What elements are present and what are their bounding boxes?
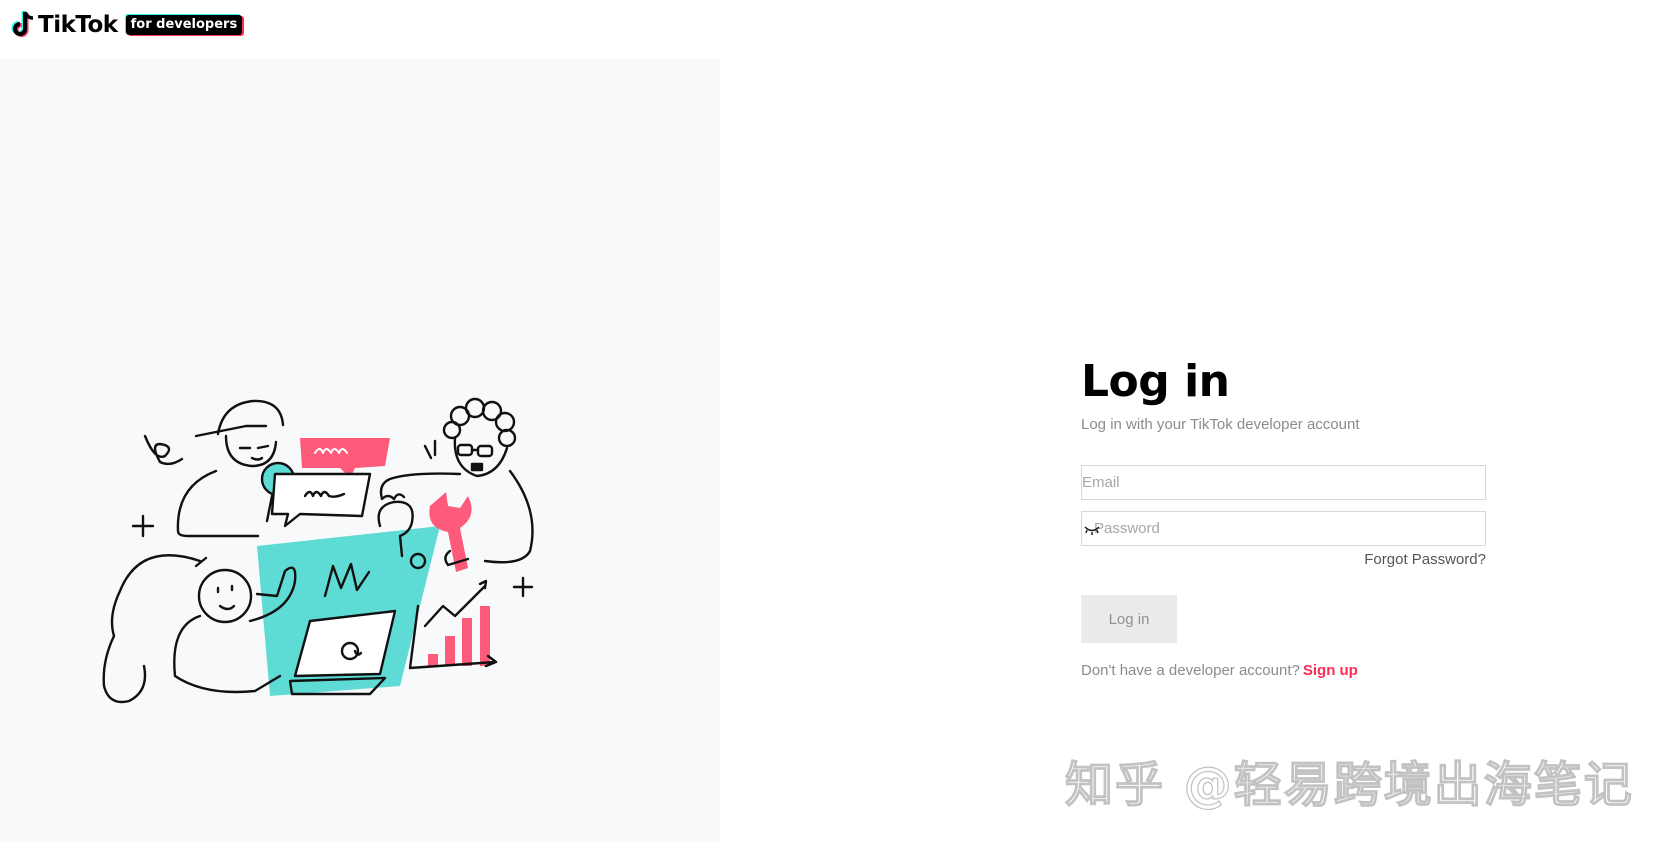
developer-figure-cap bbox=[143, 399, 285, 538]
login-subtitle: Log in with your TikTok developer accoun… bbox=[1081, 416, 1360, 433]
login-form: Log in Log in with your TikTok developer… bbox=[1081, 356, 1488, 679]
email-field[interactable] bbox=[1081, 465, 1486, 500]
password-input[interactable] bbox=[1082, 512, 1485, 545]
brand-name: TikTok bbox=[38, 12, 118, 38]
chat-bubble-icon bbox=[270, 472, 372, 528]
signup-prompt: Don't have a developer account? Sign up bbox=[1081, 662, 1358, 679]
watermark: 知乎 @轻易跨境出海笔记 bbox=[1064, 756, 1634, 813]
for-developers-badge: for developers bbox=[125, 15, 243, 35]
password-field[interactable] bbox=[1081, 511, 1486, 546]
tiktok-developers-logo[interactable]: TikTok for developers bbox=[10, 9, 243, 41]
email-input[interactable] bbox=[1082, 466, 1485, 499]
top-header: TikTok for developers bbox=[0, 0, 1654, 59]
signup-prompt-text: Don't have a developer account? bbox=[1081, 662, 1300, 679]
login-button[interactable]: Log in bbox=[1081, 595, 1177, 643]
developers-illustration bbox=[102, 397, 534, 704]
signup-link[interactable]: Sign up bbox=[1303, 662, 1358, 679]
forgot-password-link[interactable]: Forgot Password? bbox=[1364, 551, 1486, 568]
eye-closed-icon[interactable] bbox=[1084, 522, 1100, 536]
login-title: Log in bbox=[1081, 356, 1230, 407]
tiktok-note-icon bbox=[11, 11, 34, 37]
illustration-panel bbox=[0, 59, 720, 841]
